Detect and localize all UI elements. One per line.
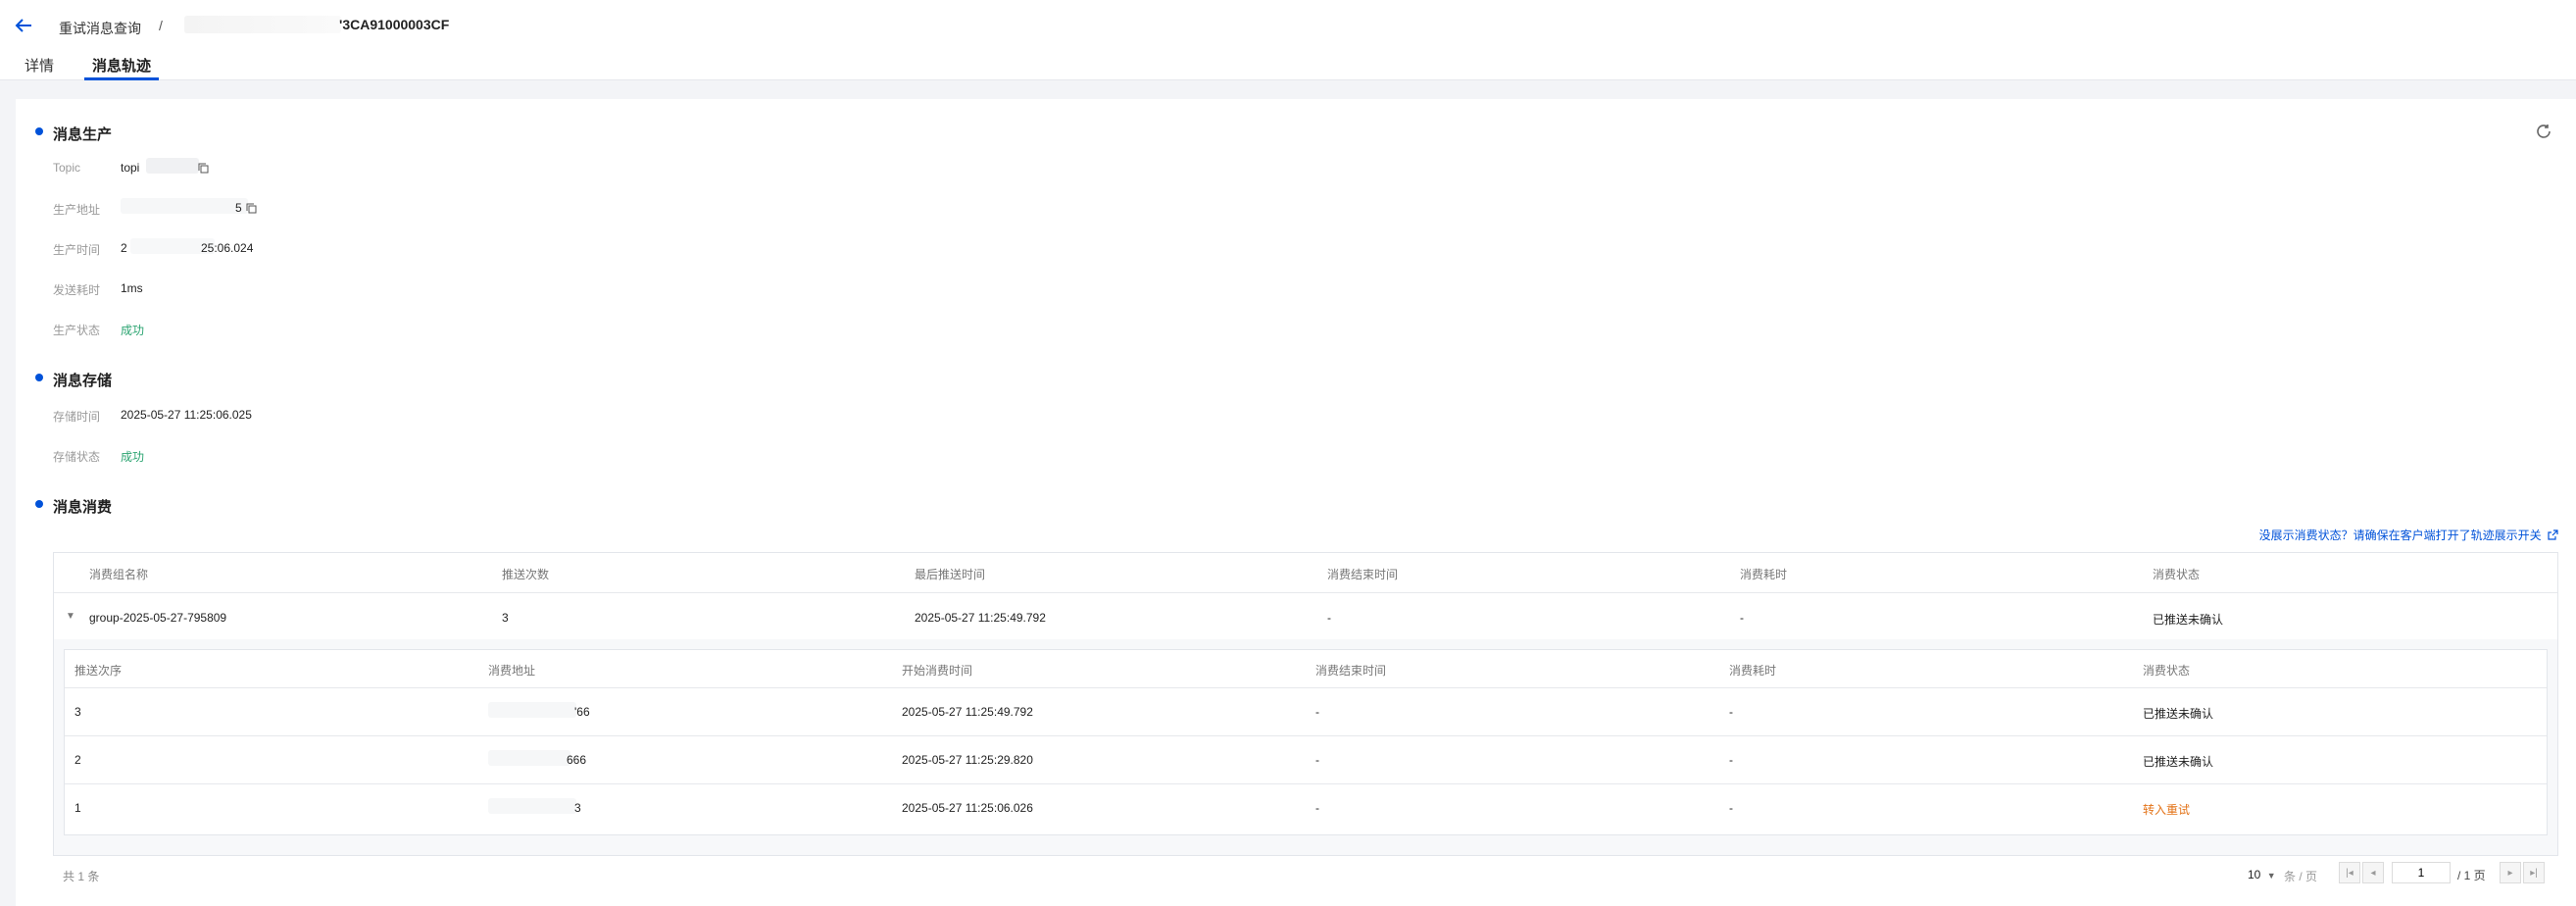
produce-time-suffix: 25:06.024: [201, 241, 254, 255]
masked-message-id: [184, 16, 341, 33]
column-header: 开始消费时间: [902, 664, 973, 678]
tab-details[interactable]: 详情: [25, 55, 54, 80]
topic-value: topi: [121, 161, 140, 175]
push-detail-table: 推送次序 消费地址 开始消费时间 消费结束时间 消费耗时 消费状态 3 '66 …: [64, 649, 2548, 835]
column-header: 消费耗时: [1729, 664, 1777, 678]
consume-start-time: 2025-05-27 11:25:49.792: [902, 705, 1033, 719]
hint-text: 没展示消费状态？请确保在客户端打开了轨迹展示开关: [2258, 528, 2542, 542]
consume-start-time: 2025-05-27 11:25:06.026: [902, 801, 1033, 815]
table-header-row: 消费组名称 推送次数 最后推送时间 消费结束时间 消费耗时 消费状态: [54, 553, 2557, 592]
first-page-icon[interactable]: |◂: [2339, 862, 2360, 883]
field-key: 存储时间: [53, 410, 101, 424]
total-pages: / 1 页: [2457, 869, 2486, 882]
trace-card: 消息生产 Topic topi 生产地址 5 生产时间 2 25:06.024 …: [16, 99, 2576, 906]
masked-address: [488, 702, 576, 718]
field-key: 生产地址: [53, 203, 101, 217]
column-header: 消费状态: [2143, 664, 2191, 678]
back-arrow-icon[interactable]: [12, 14, 35, 37]
prev-page-icon[interactable]: ◂: [2362, 862, 2384, 883]
column-header: 消费结束时间: [1327, 568, 1399, 581]
page-size-select[interactable]: 10 ▼: [2248, 868, 2276, 881]
masked-address: [488, 750, 570, 766]
breadcrumb-separator: /: [159, 18, 163, 33]
table-row: ▼ group-2025-05-27-795809 3 2025-05-27 1…: [54, 593, 2557, 639]
tab-message-trace[interactable]: 消息轨迹: [84, 55, 160, 80]
consumer-group-table: 消费组名称 推送次数 最后推送时间 消费结束时间 消费耗时 消费状态 ▼ gro…: [53, 552, 2558, 856]
section-title-storage: 消息存储: [53, 373, 113, 389]
consume-end-time: -: [1315, 753, 1319, 767]
table-row: 2 666 2025-05-27 11:25:29.820 - - 已推送未确认: [65, 736, 2547, 783]
consume-status: 已推送未确认: [2143, 707, 2214, 721]
producer-address-value: 5: [235, 201, 242, 215]
field-key: 生产状态: [53, 324, 101, 337]
column-header: 消费结束时间: [1315, 664, 1387, 678]
consume-duration: -: [1740, 611, 1744, 625]
column-header: 消费状态: [2153, 568, 2201, 581]
column-header: 消费地址: [488, 664, 536, 678]
last-page-icon[interactable]: ▸|: [2523, 862, 2545, 883]
table-row: 1 3 2025-05-27 11:25:06.026 - - 转入重试: [65, 784, 2547, 831]
consume-status: 已推送未确认: [2153, 613, 2224, 627]
collapse-caret-icon[interactable]: ▼: [66, 611, 75, 622]
consume-end-time: -: [1315, 801, 1319, 815]
copy-icon[interactable]: [246, 202, 257, 214]
message-id-title: '3CA91000003CF: [339, 17, 450, 32]
timeline-dot: [35, 500, 43, 508]
breadcrumb-parent[interactable]: 重试消息查询: [59, 19, 141, 38]
field-key: 生产时间: [53, 243, 101, 257]
field-key: 存储状态: [53, 450, 101, 464]
push-seq: 3: [74, 705, 81, 719]
page-header: 重试消息查询 / '3CA91000003CF 详情 消息轨迹: [0, 0, 2576, 80]
page-size-value: 10: [2248, 868, 2261, 881]
push-seq: 1: [74, 801, 81, 815]
masked-topic: [146, 158, 199, 174]
page-size-unit: 条 / 页: [2284, 870, 2318, 883]
produce-status-value: 成功: [121, 324, 145, 337]
timeline-dot: [35, 374, 43, 381]
table-row: 3 '66 2025-05-27 11:25:49.792 - - 已推送未确认: [65, 688, 2547, 735]
next-page-icon[interactable]: ▸: [2500, 862, 2521, 883]
consume-end-time: -: [1315, 705, 1319, 719]
consume-address: 666: [567, 753, 587, 767]
column-header: 推送次数: [502, 568, 550, 581]
push-count: 3: [502, 611, 509, 625]
last-push-time: 2025-05-27 11:25:49.792: [915, 611, 1046, 625]
timeline-dot: [35, 127, 43, 135]
table-header-row: 推送次序 消费地址 开始消费时间 消费结束时间 消费耗时 消费状态: [65, 650, 2547, 687]
total-count: 共 1 条: [63, 870, 100, 883]
copy-icon[interactable]: [198, 162, 209, 174]
group-name: group-2025-05-27-795809: [89, 611, 227, 625]
section-title-production: 消息生产: [53, 126, 113, 143]
store-status-value: 成功: [121, 450, 145, 464]
external-link-icon: [2545, 528, 2558, 542]
consume-start-time: 2025-05-27 11:25:29.820: [902, 753, 1033, 767]
field-key: 发送耗时: [53, 283, 101, 297]
column-header: 推送次序: [74, 664, 123, 678]
consume-status: 已推送未确认: [2143, 755, 2214, 769]
column-header: 消费组名称: [89, 568, 149, 581]
consume-duration: -: [1729, 705, 1733, 719]
field-key: Topic: [53, 161, 81, 175]
column-header: 消费耗时: [1740, 568, 1788, 581]
section-title-consumption: 消息消费: [53, 499, 113, 516]
chevron-down-icon: ▼: [2266, 871, 2276, 881]
store-time-value: 2025-05-27 11:25:06.025: [121, 408, 252, 422]
send-duration-value: 1ms: [121, 281, 143, 295]
consume-address: '66: [574, 705, 590, 719]
masked-address: [121, 198, 248, 214]
consume-duration: -: [1729, 801, 1733, 815]
consume-end-time: -: [1327, 611, 1331, 625]
trace-switch-hint-link[interactable]: 没展示消费状态？请确保在客户端打开了轨迹展示开关: [2259, 527, 2558, 543]
consume-status: 转入重试: [2143, 803, 2191, 817]
produce-time-value: 2: [121, 241, 127, 255]
consume-duration: -: [1729, 753, 1733, 767]
masked-address: [488, 798, 576, 814]
column-header: 最后推送时间: [915, 568, 986, 581]
expanded-row: 推送次序 消费地址 开始消费时间 消费结束时间 消费耗时 消费状态 3 '66 …: [54, 639, 2557, 855]
push-seq: 2: [74, 753, 81, 767]
refresh-icon[interactable]: [2535, 123, 2552, 140]
page-number-input[interactable]: [2392, 862, 2451, 883]
consume-address: 3: [574, 801, 581, 815]
